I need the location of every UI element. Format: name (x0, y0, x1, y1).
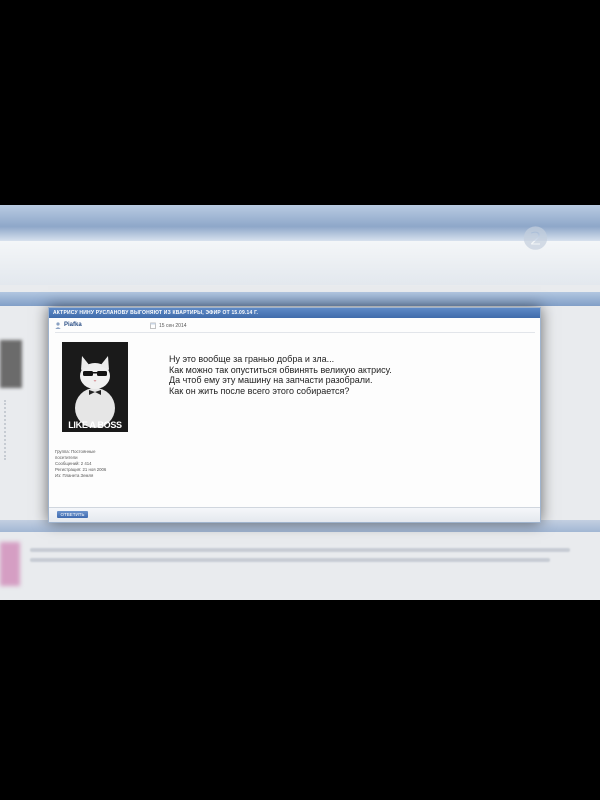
channel-one-logo-icon: ❷ (522, 223, 549, 256)
forum-post-panel: АКТРИСУ НИНУ РУСЛАНОВУ ВЫГОНЯЮТ ИЗ КВАРТ… (48, 307, 541, 523)
post-message: Ну это вообще за гранью добра и зла... К… (169, 354, 499, 396)
message-line: Как можно так опуститься обвинять велику… (169, 364, 392, 375)
background-left-list (4, 400, 18, 460)
user-location: Из: Планета Земля (55, 473, 94, 478)
background-text-line (30, 558, 550, 562)
post-footer: ОТВЕТИТЬ (49, 507, 540, 522)
background-text-line (30, 548, 570, 552)
avatar: LIKE A BOSS (62, 342, 128, 432)
cat-avatar-image (62, 342, 128, 432)
avatar-caption: LIKE A BOSS (68, 420, 122, 430)
thread-title: АКТРИСУ НИНУ РУСЛАНОВУ ВЫГОНЯЮТ ИЗ КВАРТ… (49, 308, 540, 318)
username-link[interactable]: Piafka (64, 322, 82, 328)
user-info: Группа: Постоянные посетители Сообщений:… (55, 449, 145, 479)
message-line: Да чтоб ему эту машину на запчасти разоб… (169, 375, 373, 385)
message-line: Ну это вообще за гранью добра и зла... (169, 354, 335, 364)
message-line: Как он жить после всего этого собирается… (169, 385, 350, 396)
background-stripe (0, 292, 600, 306)
user-icon (55, 322, 61, 329)
calendar-icon (150, 322, 156, 329)
divider (55, 332, 535, 333)
background-header-bar (0, 205, 600, 241)
post-date: 15 сен 2014 (159, 323, 187, 329)
background-left-avatar (0, 542, 20, 586)
post-meta: Piafka 15 сен 2014 (55, 321, 535, 333)
background-left-thumbnail (0, 340, 22, 388)
reply-button[interactable]: ОТВЕТИТЬ (57, 511, 88, 518)
background-subheader (0, 241, 600, 285)
